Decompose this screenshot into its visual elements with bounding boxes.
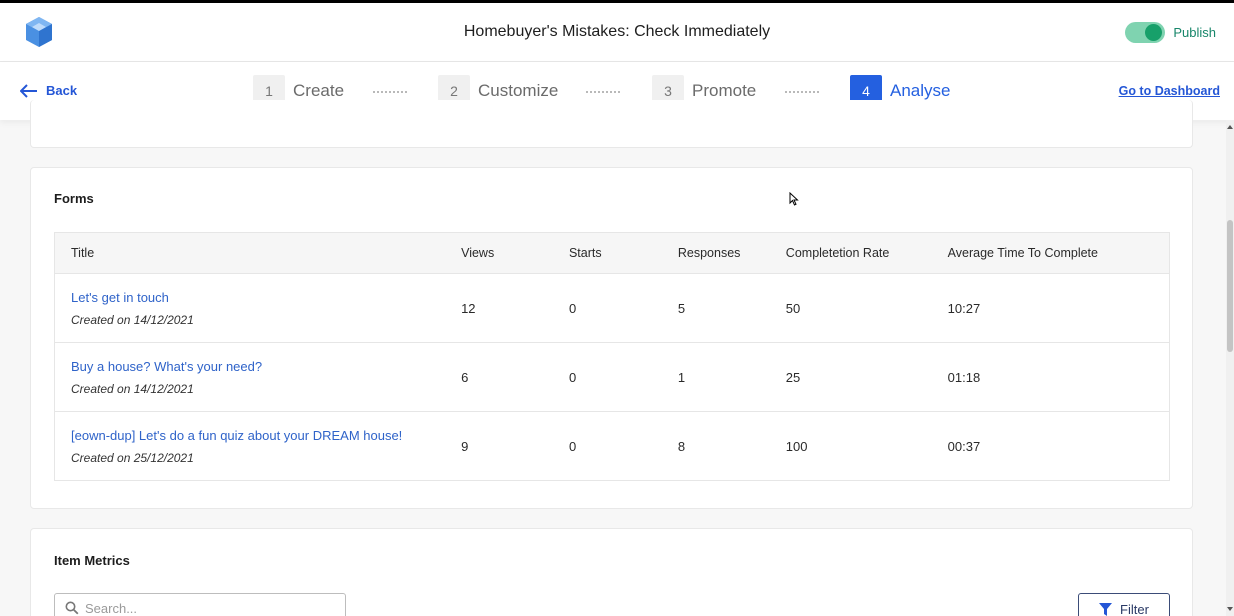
filter-label: Filter	[1120, 601, 1149, 616]
column-header-views: Views	[461, 232, 569, 274]
previous-card	[30, 100, 1193, 148]
column-header-starts: Starts	[568, 232, 678, 274]
item-metrics-title: Item Metrics	[54, 553, 130, 568]
go-to-dashboard-link[interactable]: Go to Dashboard	[1119, 84, 1220, 98]
step-connector	[586, 91, 620, 93]
responses-cell: 1	[677, 342, 786, 412]
scrollbar-thumb[interactable]	[1227, 220, 1233, 352]
step-label: Analyse	[890, 81, 951, 100]
forms-card: Forms Title Views Starts Responses Compl…	[30, 167, 1193, 509]
filter-button[interactable]: Filter	[1078, 593, 1170, 616]
publish-label: Publish	[1173, 25, 1216, 40]
column-header-responses: Responses	[677, 232, 786, 274]
form-title-link[interactable]: Buy a house? What's your need?	[71, 359, 461, 374]
responses-cell: 5	[677, 273, 786, 343]
step-label: Create	[293, 81, 345, 100]
back-label: Back	[46, 83, 78, 98]
forms-title: Forms	[54, 191, 94, 206]
form-title-cell: [eown-dup] Let's do a fun quiz about you…	[54, 411, 462, 481]
starts-cell: 0	[568, 342, 678, 412]
search-icon	[65, 601, 79, 615]
arrow-left-icon	[20, 83, 37, 98]
step-label: Promote	[692, 81, 757, 100]
completion-rate-cell: 50	[785, 273, 948, 343]
average-time-cell: 10:27	[947, 273, 1170, 343]
form-title-cell: Buy a house? What's your need? Created o…	[54, 342, 462, 412]
scroll-down-arrow-icon[interactable]	[1227, 607, 1233, 611]
search-input[interactable]	[85, 600, 325, 616]
scroll-up-arrow-icon[interactable]	[1227, 125, 1233, 129]
completion-rate-cell: 25	[785, 342, 948, 412]
back-button[interactable]: Back	[20, 83, 77, 98]
mouse-cursor-icon	[789, 192, 799, 206]
column-header-average-time: Average Time To Complete	[947, 232, 1170, 274]
document-title: Homebuyer's Mistakes: Check Immediately	[463, 23, 771, 40]
form-title-cell: Let's get in touch Created on 14/12/2021	[54, 273, 462, 343]
starts-cell: 0	[568, 273, 678, 343]
item-metrics-card: Item Metrics Filter	[30, 528, 1193, 616]
average-time-cell: 00:37	[947, 411, 1170, 481]
starts-cell: 0	[568, 411, 678, 481]
page-scrollbar[interactable]	[1226, 120, 1234, 616]
form-created-date: Created on 14/12/2021	[71, 312, 194, 327]
top-bar: Homebuyer's Mistakes: Check Immediately …	[0, 0, 1234, 62]
filter-icon	[1099, 602, 1113, 616]
step-connector	[785, 91, 819, 93]
views-cell: 9	[461, 411, 569, 481]
average-time-cell: 01:18	[947, 342, 1170, 412]
views-cell: 6	[461, 342, 569, 412]
column-header-completion-rate: Completetion Rate	[785, 232, 948, 274]
search-box	[54, 593, 346, 616]
publish-control: Publish	[1125, 22, 1216, 43]
responses-cell: 8	[677, 411, 786, 481]
views-cell: 12	[461, 273, 569, 343]
column-header-title: Title	[54, 232, 462, 274]
step-label: Customize	[478, 81, 559, 100]
table-row: Let's get in touch Created on 14/12/2021…	[54, 273, 1170, 343]
form-created-date: Created on 14/12/2021	[71, 381, 194, 396]
form-title-link[interactable]: Let's get in touch	[71, 290, 461, 305]
form-title-link[interactable]: [eown-dup] Let's do a fun quiz about you…	[71, 428, 461, 443]
table-header-row: Title Views Starts Responses Completetio…	[54, 232, 1170, 274]
table-row: [eown-dup] Let's do a fun quiz about you…	[54, 411, 1170, 481]
table-row: Buy a house? What's your need? Created o…	[54, 342, 1170, 412]
step-connector	[373, 91, 407, 93]
forms-table: Title Views Starts Responses Completetio…	[54, 232, 1170, 481]
publish-toggle[interactable]	[1125, 22, 1166, 43]
form-created-date: Created on 25/12/2021	[71, 450, 194, 465]
completion-rate-cell: 100	[785, 411, 948, 481]
